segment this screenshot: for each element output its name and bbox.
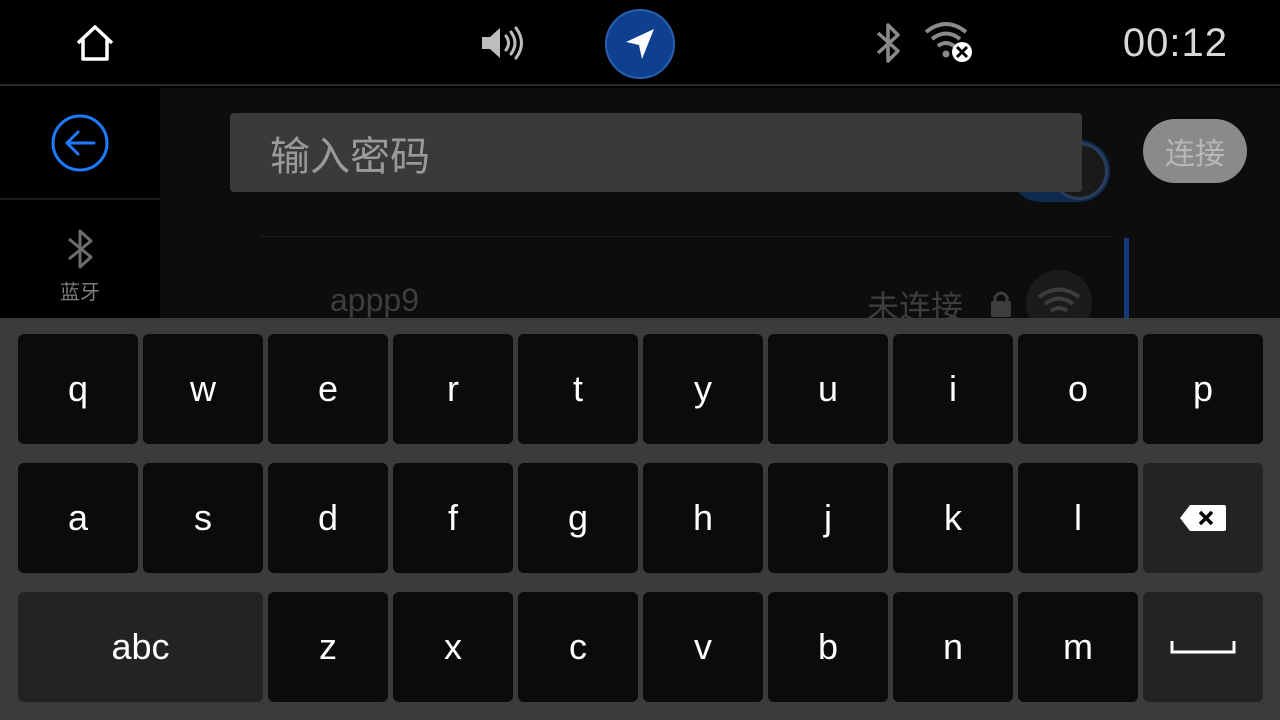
- network-name[interactable]: appp9: [330, 282, 419, 318]
- key-a[interactable]: a: [18, 463, 138, 573]
- key-e[interactable]: e: [268, 334, 388, 444]
- key-b[interactable]: b: [768, 592, 888, 702]
- home-icon[interactable]: [70, 18, 120, 68]
- key-q[interactable]: q: [18, 334, 138, 444]
- space-icon: [1170, 641, 1236, 654]
- bluetooth-icon: [68, 229, 93, 269]
- bluetooth-icon[interactable]: [868, 18, 908, 68]
- key-c[interactable]: c: [518, 592, 638, 702]
- clock: 00:12: [1122, 20, 1228, 65]
- wifi-signal-icon: [1026, 270, 1092, 318]
- wifi-disconnected-icon[interactable]: [922, 16, 978, 66]
- space-key[interactable]: [1143, 592, 1263, 702]
- lock-icon: [988, 288, 1014, 318]
- key-p[interactable]: p: [1143, 334, 1263, 444]
- key-f[interactable]: f: [393, 463, 513, 573]
- key-o[interactable]: o: [1018, 334, 1138, 444]
- key-h[interactable]: h: [643, 463, 763, 573]
- key-z[interactable]: z: [268, 592, 388, 702]
- key-s[interactable]: s: [143, 463, 263, 573]
- key-y[interactable]: y: [643, 334, 763, 444]
- password-input[interactable]: 输入密码: [230, 113, 1082, 192]
- status-bar: 00:12: [0, 0, 1280, 86]
- key-d[interactable]: d: [268, 463, 388, 573]
- key-r[interactable]: r: [393, 334, 513, 444]
- key-k[interactable]: k: [893, 463, 1013, 573]
- key-i[interactable]: i: [893, 334, 1013, 444]
- key-t[interactable]: t: [518, 334, 638, 444]
- key-g[interactable]: g: [518, 463, 638, 573]
- key-m[interactable]: m: [1018, 592, 1138, 702]
- key-v[interactable]: v: [643, 592, 763, 702]
- sidebar-item-label: 蓝牙: [60, 280, 100, 304]
- on-screen-keyboard: q w e r t y u i o p a s d f g h j k l abc z x c v b n m: [0, 318, 1280, 720]
- scrollbar[interactable]: [1124, 238, 1129, 318]
- backspace-icon: [1180, 505, 1226, 531]
- network-status: 未连接: [867, 288, 964, 318]
- key-x[interactable]: x: [393, 592, 513, 702]
- backspace-key[interactable]: [1143, 463, 1263, 573]
- settings-sidebar: 蓝牙: [0, 88, 160, 318]
- key-l[interactable]: l: [1018, 463, 1138, 573]
- key-n[interactable]: n: [893, 592, 1013, 702]
- sidebar-item-bluetooth[interactable]: 蓝牙: [0, 202, 160, 318]
- key-j[interactable]: j: [768, 463, 888, 573]
- back-button[interactable]: [0, 88, 160, 200]
- keyboard-mode-key[interactable]: abc: [18, 592, 263, 702]
- divider: [260, 236, 1112, 237]
- connect-button[interactable]: 连接: [1143, 119, 1247, 183]
- password-placeholder: 输入密码: [270, 133, 430, 180]
- key-w[interactable]: w: [143, 334, 263, 444]
- navigation-icon[interactable]: [605, 9, 675, 79]
- volume-icon[interactable]: [476, 20, 528, 66]
- back-arrow-icon: [51, 114, 109, 172]
- key-u[interactable]: u: [768, 334, 888, 444]
